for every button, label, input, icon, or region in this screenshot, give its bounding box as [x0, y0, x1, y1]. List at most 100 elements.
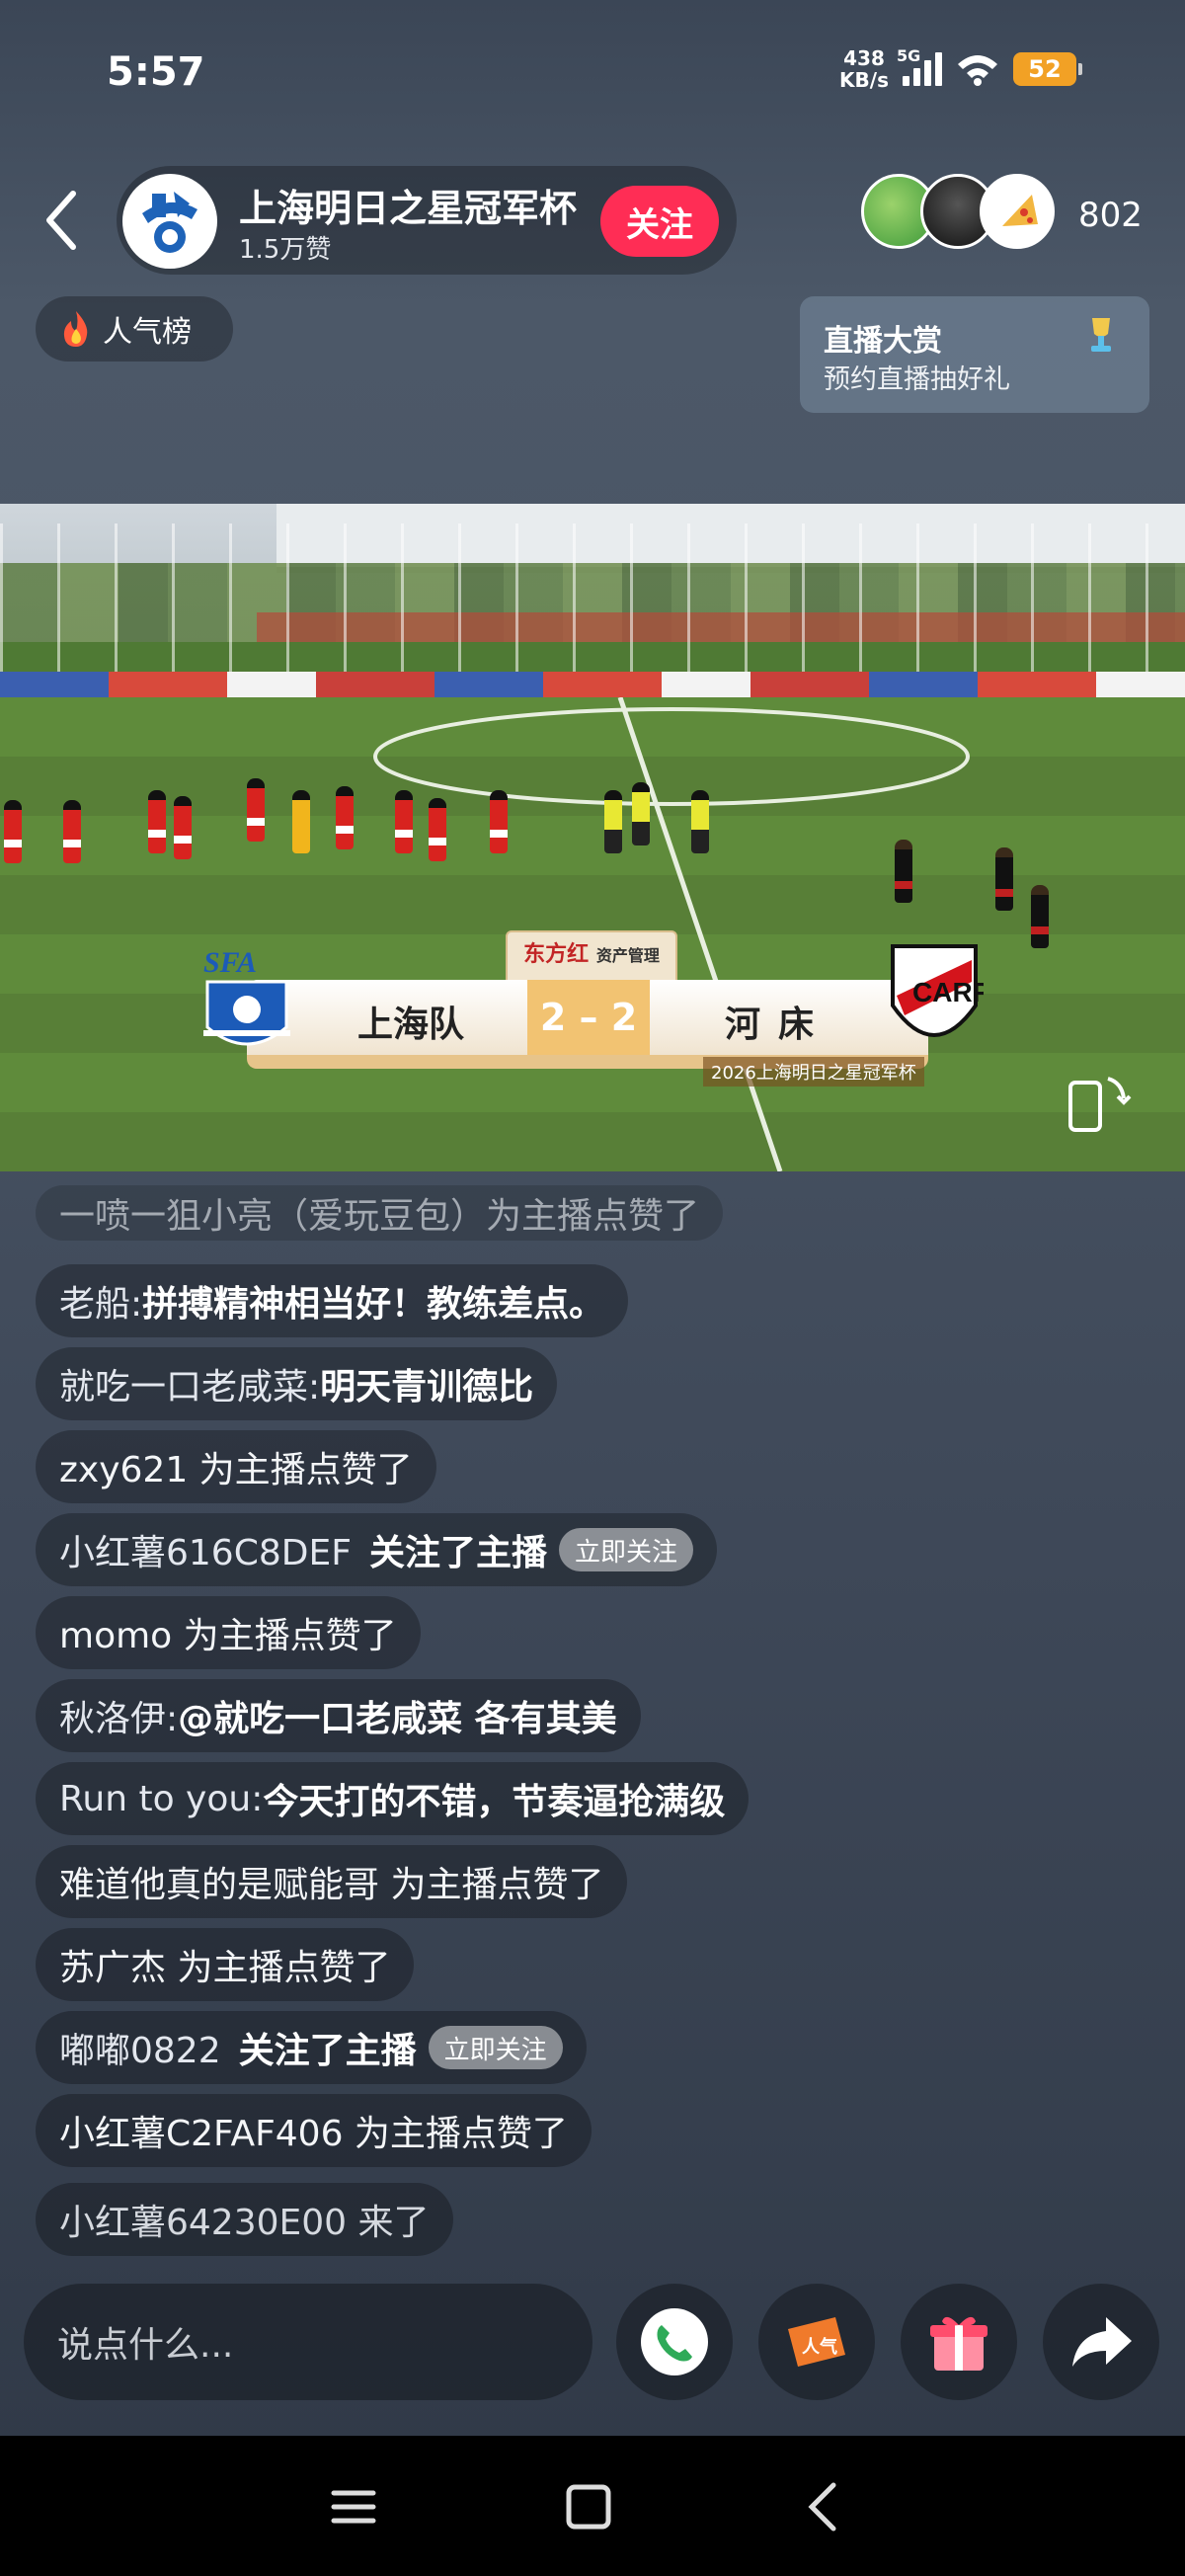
status-icons: 438 KB/s 5G 52 [839, 46, 1082, 92]
comment-user[interactable]: 就吃一口老咸菜: [59, 1358, 320, 1409]
comment-item: 难道他真的是赋能哥 为主播点赞了 [36, 1845, 628, 1918]
signal-bar [903, 76, 909, 86]
away-team-name: 河床 [725, 1005, 832, 1045]
call-button[interactable] [616, 2284, 733, 2400]
system-nav-bar [0, 2436, 1185, 2576]
comment-item: 苏广杰 为主播点赞了 [36, 1928, 415, 2001]
menu-icon[interactable] [318, 2471, 389, 2542]
signal-bar [913, 68, 920, 86]
pizza-icon [1002, 195, 1038, 226]
host-info[interactable]: 上海明日之星冠军杯 1.5万赞 关注 [117, 166, 737, 275]
svg-text:CARP: CARP [912, 977, 984, 1007]
comment-item: momo 为主播点赞了 [36, 1596, 421, 1669]
sponsor-brand: 东方红 [523, 942, 590, 967]
popularity-ticket-icon: 人气 [788, 2317, 845, 2367]
fire-icon [63, 311, 88, 347]
back-nav-icon[interactable] [790, 2471, 861, 2542]
popularity-boost-button[interactable]: 人气 [758, 2284, 875, 2400]
rotate-screen-icon[interactable] [1063, 1069, 1132, 1138]
comment-system-text: 一喷一狙小亮（爱玩豆包）为主播点赞了 [59, 1196, 700, 1237]
share-button[interactable] [1043, 2284, 1159, 2400]
follow-back-button[interactable]: 立即关注 [428, 2026, 563, 2069]
comment-user[interactable]: 小红薯616C8DEF [59, 1524, 352, 1575]
player [63, 800, 81, 863]
comment-item: 老船: 拼搏精神相当好！教练差点。 [36, 1264, 629, 1337]
referee [691, 790, 709, 853]
trophy-icon [1091, 318, 1111, 352]
player [4, 800, 22, 863]
player-goalkeeper [292, 790, 310, 853]
comment-system-text: 小红薯64230E00 来了 [59, 2203, 430, 2243]
match-score: 2 – 2 [527, 980, 650, 1055]
award-title: 直播大赏 [824, 324, 942, 359]
home-badge-text: SFA [203, 946, 257, 979]
comment-text: 拼搏精神相当好！教练差点。 [142, 1284, 605, 1325]
viewer-avatars[interactable] [861, 174, 1055, 249]
popularity-rank-button[interactable]: 人气榜 [36, 296, 233, 362]
sponsor-sub: 资产管理 [595, 946, 660, 965]
share-arrow-icon [1072, 2317, 1132, 2367]
player [395, 790, 413, 853]
comment-text: 关注了主播 [368, 1533, 547, 1573]
player [336, 786, 354, 849]
player [1031, 885, 1049, 948]
live-video[interactable]: 东方红 资产管理 上海队 2 – 2 河床 2026上海明日之星冠军杯 SFA … [0, 504, 1185, 1171]
comment-system-text: 苏广杰 为主播点赞了 [59, 1948, 391, 1988]
player [148, 790, 166, 853]
comment-text: 明天青训德比 [320, 1367, 534, 1408]
referee [632, 782, 650, 845]
wifi-icon [958, 55, 997, 86]
comment-user[interactable]: Run to you: [59, 1779, 263, 1819]
comment-text: 关注了主播 [238, 2031, 417, 2071]
award-subtitle: 预约直播抽好礼 [824, 364, 1010, 395]
comment-item: 嘟嘟0822 关注了主播 立即关注 [36, 2011, 587, 2084]
comment-item: 就吃一口老咸菜: 明天青训德比 [36, 1347, 558, 1420]
comment-user[interactable]: 老船: [59, 1275, 142, 1327]
battery-icon: 52 [1013, 52, 1082, 86]
home-team-logo-icon: SFA [203, 946, 290, 1046]
video-fence [0, 523, 1185, 672]
viewer-count[interactable]: 802 [1078, 196, 1143, 235]
comment-system-text: 小红薯C2FAF406 为主播点赞了 [59, 2114, 568, 2154]
cellular-signal-icon: 5G [897, 46, 942, 86]
back-icon[interactable] [38, 186, 87, 255]
player [895, 840, 912, 903]
comment-system-text: momo 为主播点赞了 [59, 1616, 397, 1656]
host-likes: 1.5万赞 [239, 235, 332, 265]
comment-item: 一喷一狙小亮（爱玩豆包）为主播点赞了 [36, 1185, 724, 1241]
comment-input-placeholder: 说点什么... [57, 2325, 234, 2366]
host-name: 上海明日之星冠军杯 [239, 187, 578, 230]
comment-system-text: zxy621 为主播点赞了 [59, 1450, 413, 1490]
host-avatar[interactable] [122, 174, 217, 269]
network-speed-unit: KB/s [839, 68, 889, 92]
comment-item: 小红薯616C8DEF 关注了主播 立即关注 [36, 1513, 717, 1586]
signal-bar [924, 60, 931, 86]
player [247, 778, 265, 842]
home-icon[interactable] [553, 2471, 624, 2542]
comment-item: 小红薯C2FAF406 为主播点赞了 [36, 2094, 592, 2167]
comment-item: Run to you: 今天打的不错，节奏逼抢满级 [36, 1762, 750, 1835]
comment-item: 秋洛伊: @就吃一口老咸菜 各有其美 [36, 1679, 641, 1752]
follow-button[interactable]: 关注 [600, 186, 719, 257]
battery-level: 52 [1028, 55, 1062, 83]
comment-user[interactable]: 嘟嘟0822 [59, 2022, 221, 2073]
network-speed-value: 438 [843, 46, 885, 70]
popularity-ticket-label: 人气 [802, 2336, 837, 2358]
follow-back-button[interactable]: 立即关注 [558, 1528, 693, 1571]
away-team-logo-icon: CARP [891, 944, 984, 1037]
viewer-avatar[interactable] [980, 174, 1055, 249]
scoreboard: 上海队 2 – 2 河床 [247, 980, 928, 1069]
gift-button[interactable] [901, 2284, 1017, 2400]
live-award-card[interactable]: 直播大赏 预约直播抽好礼 [800, 296, 1149, 413]
player [429, 798, 446, 861]
comment-item: zxy621 为主播点赞了 [36, 1430, 436, 1503]
signal-bar [935, 52, 942, 86]
comment-user[interactable]: 秋洛伊: [59, 1690, 178, 1741]
player [174, 796, 192, 859]
popularity-label: 人气榜 [103, 315, 192, 350]
sponsor-badge: 东方红 资产管理 [506, 930, 677, 986]
video-ad-boards [0, 672, 1185, 697]
referee [604, 790, 622, 853]
network-type: 5G [897, 46, 921, 65]
comment-input[interactable]: 说点什么... [24, 2284, 592, 2400]
